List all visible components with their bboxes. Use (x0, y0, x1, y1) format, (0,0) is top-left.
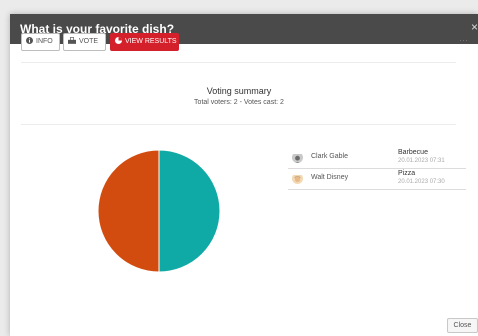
more-options-icon[interactable]: ··· (459, 36, 468, 45)
avatar (292, 173, 303, 184)
vote-button-label: VOTE (79, 38, 99, 45)
voter-name: Walt Disney (311, 174, 349, 181)
vote-choice: Pizza (398, 170, 416, 177)
results-pie-chart (97, 149, 221, 273)
info-icon (26, 34, 33, 50)
close-button[interactable]: Close (447, 318, 478, 333)
avatar (292, 152, 303, 163)
vote-timestamp: 20.01.2023 07:31 (398, 158, 445, 164)
vote-button[interactable]: VOTE (63, 33, 106, 51)
summary-subtitle: Total voters: 2 - Votes cast: 2 (194, 99, 284, 106)
summary-title: Voting summary (206, 86, 272, 96)
view-results-button[interactable]: VIEW RESULTS (110, 33, 179, 51)
vote-row: Clark Gable Barbecue 20.01.2023 07:31 (288, 148, 466, 169)
votes-list: Clark Gable Barbecue 20.01.2023 07:31 Wa… (288, 148, 466, 190)
close-icon[interactable]: × (471, 20, 478, 34)
summary-divider (21, 124, 456, 125)
ballot-box-icon (68, 34, 76, 50)
pie-chart-icon (115, 34, 122, 50)
view-results-button-label: VIEW RESULTS (125, 38, 177, 45)
pie-slice-1 (97, 149, 160, 273)
vote-timestamp: 20.01.2023 07:30 (398, 179, 445, 185)
vote-choice: Barbecue (398, 149, 428, 156)
info-button-label: INFO (36, 38, 53, 45)
info-button[interactable]: INFO (21, 33, 60, 51)
vote-row: Walt Disney Pizza 20.01.2023 07:30 (288, 169, 466, 190)
voter-name: Clark Gable (311, 153, 348, 160)
pie-slice-0 (158, 149, 221, 273)
toolbar-divider (21, 62, 456, 63)
